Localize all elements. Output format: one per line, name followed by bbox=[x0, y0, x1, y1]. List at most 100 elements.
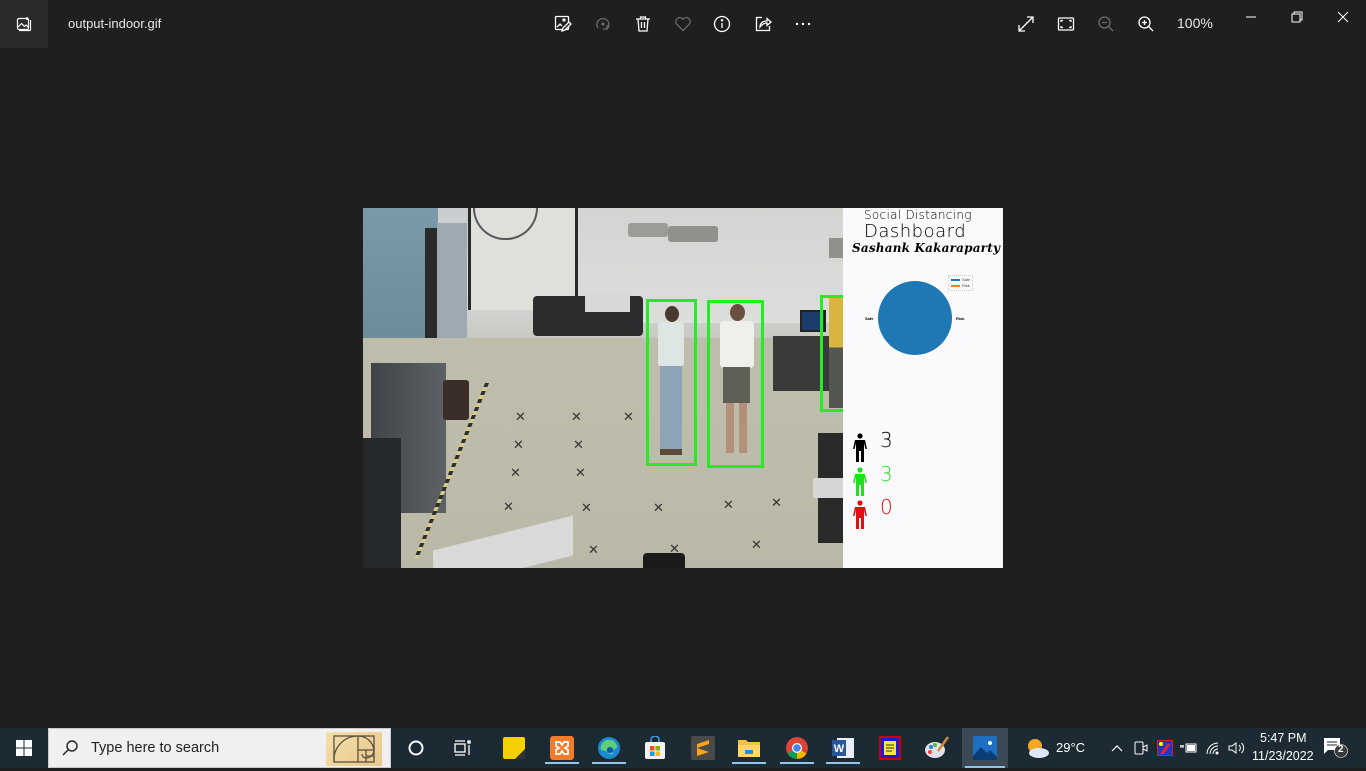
zoom-level[interactable]: 100% bbox=[1177, 15, 1213, 31]
rotate-icon bbox=[596, 17, 610, 30]
video-frame: ✕ ✕ ✕ ✕ ✕ ✕ ✕ ✕ ✕ ✕ ✕ ✕ ✕ ✕ ✕ bbox=[363, 208, 843, 568]
taskbar-chrome[interactable] bbox=[777, 732, 817, 764]
running-indicator bbox=[732, 762, 766, 764]
volume-button[interactable] bbox=[1227, 738, 1247, 758]
legend-swatch-safe bbox=[951, 278, 960, 281]
search-placeholder: Type here to search bbox=[91, 740, 220, 756]
table-right bbox=[813, 478, 843, 498]
cortana-icon bbox=[408, 740, 424, 756]
notepad-icon bbox=[879, 736, 901, 760]
pie-legend: Safe Risk bbox=[948, 275, 974, 291]
taskbar-word[interactable]: W bbox=[823, 732, 863, 764]
count-safe: 3 bbox=[852, 464, 893, 497]
pie-label-safe: Safe bbox=[865, 316, 874, 321]
sticky-notes-icon bbox=[503, 737, 525, 759]
camera-icon bbox=[1134, 741, 1148, 755]
chair-left bbox=[443, 380, 469, 420]
start-button[interactable] bbox=[0, 728, 48, 768]
cortana-button[interactable] bbox=[396, 732, 436, 764]
rotate-button[interactable] bbox=[591, 12, 615, 36]
weather-temperature[interactable]: 29°C bbox=[1056, 740, 1085, 755]
windows-logo-icon bbox=[16, 740, 32, 756]
taskbar-sublime-text[interactable] bbox=[683, 732, 723, 764]
notification-count: 2 bbox=[1338, 744, 1344, 755]
clock-date[interactable]: 11/23/2022 bbox=[1252, 749, 1314, 763]
more-options-button[interactable] bbox=[791, 12, 815, 36]
more-icon bbox=[795, 22, 811, 26]
show-hidden-icons-button[interactable] bbox=[1107, 738, 1127, 758]
floor-marker: ✕ bbox=[623, 409, 634, 424]
chrome-icon bbox=[786, 737, 808, 759]
edit-image-button[interactable] bbox=[551, 12, 575, 36]
zoom-out-button[interactable] bbox=[1094, 12, 1118, 36]
count-risk-value: 0 bbox=[880, 495, 893, 519]
network-button[interactable] bbox=[1203, 738, 1223, 758]
taskbar-edge[interactable] bbox=[589, 732, 629, 764]
floor-marker: ✕ bbox=[751, 537, 762, 552]
zoom-in-button[interactable] bbox=[1134, 12, 1158, 36]
share-button[interactable] bbox=[751, 12, 775, 36]
sublime-text-icon bbox=[691, 736, 715, 760]
running-indicator bbox=[592, 762, 626, 764]
tray-app-red-icon bbox=[1157, 740, 1173, 756]
clock-time[interactable]: 5:47 PM bbox=[1260, 731, 1307, 745]
taskbar-photos[interactable] bbox=[962, 728, 1008, 768]
ceiling-projector bbox=[829, 238, 843, 258]
delete-button[interactable] bbox=[631, 12, 655, 36]
floor-marker: ✕ bbox=[588, 542, 599, 557]
dashboard-title-line1: Social Distancing bbox=[864, 208, 972, 222]
restore-button[interactable] bbox=[1285, 6, 1309, 28]
social-distancing-dashboard: Social Distancing Dashboard Sashank Kaka… bbox=[843, 208, 1003, 568]
running-indicator bbox=[826, 762, 860, 764]
zoom-out-icon bbox=[1098, 16, 1114, 32]
meet-now-button[interactable] bbox=[1131, 738, 1151, 758]
photos-app-icon[interactable] bbox=[0, 0, 48, 48]
taskbar-file-explorer[interactable] bbox=[729, 732, 769, 764]
floor-marker: ✕ bbox=[581, 500, 592, 515]
action-center-button[interactable]: 2 bbox=[1323, 738, 1349, 758]
taskbar: Type here to search W 29°C 5:47 PM 11/23… bbox=[0, 728, 1366, 768]
pie-chart: Safe Risk Safe Risk bbox=[858, 268, 988, 368]
taskbar-search-box[interactable]: Type here to search bbox=[48, 728, 391, 768]
favorite-button[interactable] bbox=[671, 12, 695, 36]
dashboard-title-line2: Dashboard bbox=[864, 221, 967, 242]
zoom-in-icon bbox=[1138, 16, 1154, 32]
dashboard-author: Sashank Kakaraparty bbox=[852, 241, 1001, 255]
taskbar-xampp[interactable] bbox=[542, 732, 582, 764]
search-icon bbox=[62, 740, 78, 756]
taskbar-microsoft-store[interactable] bbox=[635, 732, 675, 764]
taskbar-notepad[interactable] bbox=[870, 732, 910, 764]
legend-item-risk: Risk bbox=[951, 283, 970, 289]
floor-marker: ✕ bbox=[723, 497, 734, 512]
image-viewer[interactable]: ✕ ✕ ✕ ✕ ✕ ✕ ✕ ✕ ✕ ✕ ✕ ✕ ✕ ✕ ✕ Social Dis… bbox=[363, 208, 1003, 568]
floor-marker: ✕ bbox=[510, 465, 521, 480]
fit-window-icon bbox=[1057, 17, 1075, 31]
trash-icon bbox=[636, 16, 650, 32]
floor-marker: ✕ bbox=[503, 499, 514, 514]
close-button[interactable] bbox=[1331, 6, 1355, 28]
edit-image-icon bbox=[554, 15, 572, 33]
paint-icon bbox=[925, 736, 950, 758]
search-highlight-image[interactable] bbox=[326, 732, 382, 766]
photos-app-window: output-indoor.gif 100% ✕ ✕ ✕ ✕ ✕ ✕ ✕ ✕ ✕… bbox=[0, 0, 1366, 728]
info-button[interactable] bbox=[710, 12, 734, 36]
floor-marker: ✕ bbox=[515, 409, 526, 424]
task-view-button[interactable] bbox=[443, 732, 483, 764]
foreground-object bbox=[363, 438, 401, 568]
battery-button[interactable] bbox=[1179, 738, 1199, 758]
full-screen-button[interactable] bbox=[1014, 12, 1038, 36]
taskbar-sticky-notes[interactable] bbox=[494, 732, 534, 764]
chevron-up-icon bbox=[1111, 745, 1123, 752]
info-icon bbox=[713, 15, 731, 33]
file-name: output-indoor.gif bbox=[68, 16, 162, 31]
word-icon: W bbox=[832, 738, 854, 758]
person-icon-risk bbox=[853, 500, 867, 529]
weather-widget[interactable] bbox=[1025, 738, 1051, 758]
wifi-icon bbox=[1206, 742, 1219, 755]
taskbar-paint[interactable] bbox=[917, 732, 957, 764]
fit-window-button[interactable] bbox=[1054, 12, 1078, 36]
tray-app-icon[interactable] bbox=[1155, 738, 1175, 758]
minimize-button[interactable] bbox=[1239, 6, 1263, 28]
legend-swatch-risk bbox=[951, 284, 960, 287]
xampp-icon bbox=[550, 736, 574, 760]
